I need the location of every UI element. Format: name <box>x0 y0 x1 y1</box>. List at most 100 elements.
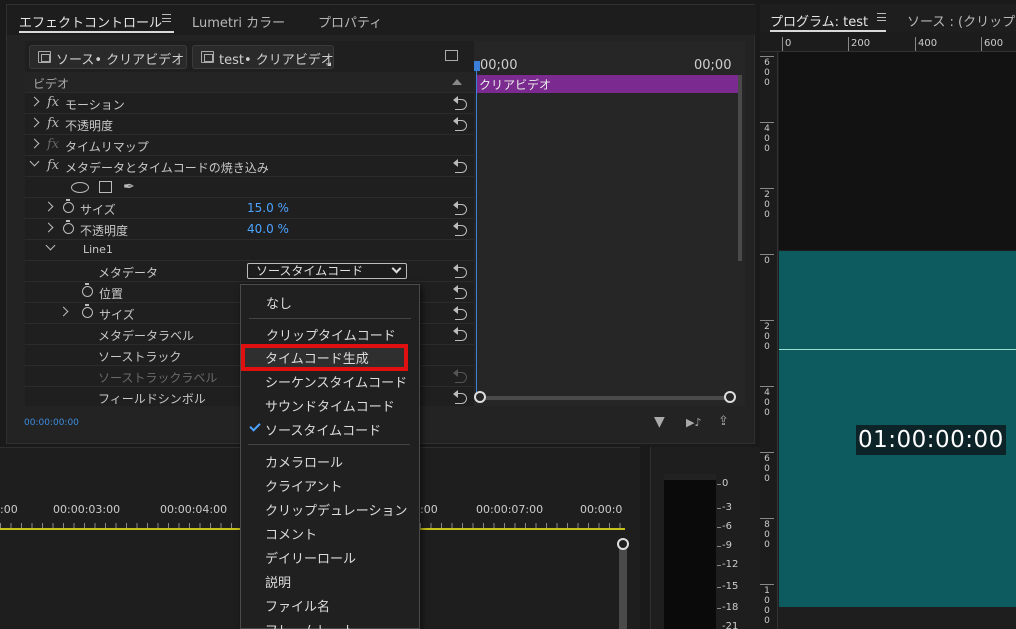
menu-item-comment[interactable]: コメント <box>265 524 317 543</box>
playhead-handle[interactable] <box>474 61 480 71</box>
source-clip-button[interactable]: ソース• クリアビデオ <box>29 45 187 69</box>
reset-icon[interactable] <box>453 222 467 236</box>
filter-icon[interactable]: ▼ <box>654 414 665 430</box>
property-row-size[interactable]: サイズ 15.0 % <box>25 198 474 219</box>
reset-icon[interactable] <box>453 117 467 131</box>
reset-icon[interactable] <box>453 306 467 320</box>
menu-item-none[interactable]: なし <box>266 293 292 312</box>
reset-icon[interactable] <box>453 285 467 299</box>
reset-icon[interactable] <box>453 390 467 404</box>
expand-chevron-icon[interactable] <box>43 222 54 233</box>
menu-item-file-name[interactable]: ファイル名 <box>265 596 330 615</box>
expand-chevron-icon[interactable] <box>58 306 69 317</box>
menu-item-clip-timecode[interactable]: クリップタイムコード <box>266 325 396 344</box>
effect-label: モーション <box>65 98 125 112</box>
clip-bar[interactable]: クリアビデオ <box>476 75 738 93</box>
fx-icon[interactable]: fx <box>47 158 59 173</box>
effect-row-burn-in[interactable]: fx メタデータとタイムコードの焼き込み <box>25 156 474 177</box>
scroll-left-handle[interactable] <box>474 391 486 403</box>
db-tick <box>717 484 721 485</box>
expand-chevron-icon[interactable] <box>29 96 40 107</box>
collapse-chevron-icon[interactable] <box>45 240 56 251</box>
sequence-clip-button[interactable]: test• クリアビデオ <box>192 45 334 69</box>
menu-item-source-timecode[interactable]: ソースタイムコード <box>265 420 381 439</box>
horizontal-scrollbar[interactable] <box>478 396 732 400</box>
menu-item-sequence-timecode[interactable]: シーケンスタイムコード <box>265 372 407 391</box>
tab-lumetri-color[interactable]: Lumetri カラー <box>192 12 285 31</box>
menu-item-frame-rate[interactable]: フレームレート <box>265 620 356 629</box>
panel-menu-icon[interactable] <box>162 14 171 22</box>
menu-item-clip-duration[interactable]: クリップデュレーション <box>265 500 407 519</box>
effect-timeline[interactable]: 00;00 00;00 クリアビデオ <box>474 41 745 406</box>
scroll-handle[interactable] <box>617 538 629 550</box>
reset-icon[interactable] <box>453 369 467 383</box>
program-monitor: プログラム: test ソース : (クリップな 0 200 400 600 6… <box>760 4 1016 629</box>
collapse-chevron-icon[interactable] <box>29 156 40 167</box>
ruler-label: 400 <box>764 124 770 154</box>
ruler-tick <box>760 518 774 519</box>
current-timecode[interactable]: 00:00:00:00 <box>24 418 79 428</box>
reset-icon[interactable] <box>453 201 467 215</box>
ellipse-mask-icon[interactable] <box>71 182 89 193</box>
effect-row-motion[interactable]: fx モーション <box>25 93 474 114</box>
video-letterbox <box>779 52 1016 250</box>
menu-item-description[interactable]: 説明 <box>265 572 291 591</box>
ruler-tick <box>760 452 774 453</box>
reset-icon[interactable] <box>453 159 467 173</box>
line1-row[interactable]: Line1 <box>25 240 474 261</box>
effect-row-opacity[interactable]: fx 不透明度 <box>25 114 474 135</box>
ruler-tick <box>915 37 916 51</box>
scroll-right-handle[interactable] <box>724 391 736 403</box>
menu-item-sound-timecode[interactable]: サウンドタイムコード <box>265 396 395 415</box>
reset-icon[interactable] <box>453 327 467 341</box>
stopwatch-icon[interactable] <box>82 304 93 318</box>
panel-tab-bar: エフェクトコントロール Lumetri カラー プロパティ <box>7 5 756 35</box>
property-row-metadata[interactable]: メタデータ ソースタイムコード <box>25 261 474 282</box>
db-label: -21 <box>722 621 739 629</box>
tab-effect-controls[interactable]: エフェクトコントロール <box>19 12 162 31</box>
vertical-ruler: 600 400 200 0 200 400 600 800 1000 <box>760 52 778 629</box>
ruler-label: 600 <box>984 38 1004 49</box>
pen-mask-icon[interactable]: ✒ <box>123 179 135 195</box>
fx-icon[interactable]: fx <box>47 116 59 131</box>
stopwatch-icon[interactable] <box>63 220 74 234</box>
db-tick <box>717 546 721 547</box>
menu-item-client[interactable]: クライアント <box>265 476 342 495</box>
timeline-end-time: 00;00 <box>694 58 732 73</box>
reset-icon[interactable] <box>453 96 467 110</box>
collapse-up-icon[interactable] <box>452 79 462 85</box>
program-menu-icon[interactable] <box>877 13 886 21</box>
timeline-vertical-scrollbar[interactable] <box>619 543 627 629</box>
tab-properties[interactable]: プロパティ <box>318 12 382 31</box>
property-row-opacity[interactable]: 不透明度 40.0 % <box>25 219 474 240</box>
property-label: ソーストラックラベル <box>98 371 218 385</box>
tab-source[interactable]: ソース : (クリップな <box>907 11 1016 30</box>
play-audio-icon[interactable]: ▶♪ <box>686 416 701 429</box>
fx-icon[interactable]: fx <box>47 137 59 152</box>
expand-chevron-icon[interactable] <box>43 201 54 212</box>
size-value[interactable]: 15.0 % <box>247 201 289 215</box>
stopwatch-icon[interactable] <box>82 283 93 297</box>
rectangle-mask-icon[interactable] <box>99 181 112 193</box>
reset-icon[interactable] <box>453 264 467 278</box>
expand-chevron-icon[interactable] <box>29 138 40 149</box>
menu-item-camera-roll[interactable]: カメラロール <box>265 452 343 471</box>
db-tick <box>717 587 721 588</box>
playhead[interactable] <box>474 61 480 401</box>
export-icon[interactable]: ⇪ <box>718 414 729 429</box>
toggle-timeline-icon[interactable] <box>445 50 458 61</box>
timeline-timestamp: 00:00:04:00 <box>160 503 228 516</box>
effect-label: 不透明度 <box>65 119 114 133</box>
db-tick <box>717 527 721 528</box>
fx-icon[interactable]: fx <box>47 95 59 110</box>
opacity-value[interactable]: 40.0 % <box>247 222 289 236</box>
vertical-scrollbar[interactable] <box>738 75 742 261</box>
property-label: メタデータラベル <box>98 329 195 343</box>
effect-row-time-remap[interactable]: fx タイムリマップ <box>25 135 474 156</box>
stopwatch-icon[interactable] <box>63 199 74 213</box>
menu-item-daily-roll[interactable]: デイリーロール <box>265 548 356 567</box>
expand-chevron-icon[interactable] <box>29 117 40 128</box>
ruler-label: 200 <box>851 38 871 49</box>
metadata-dropdown[interactable]: ソースタイムコード <box>247 263 407 279</box>
tab-program[interactable]: プログラム: test <box>770 11 868 30</box>
